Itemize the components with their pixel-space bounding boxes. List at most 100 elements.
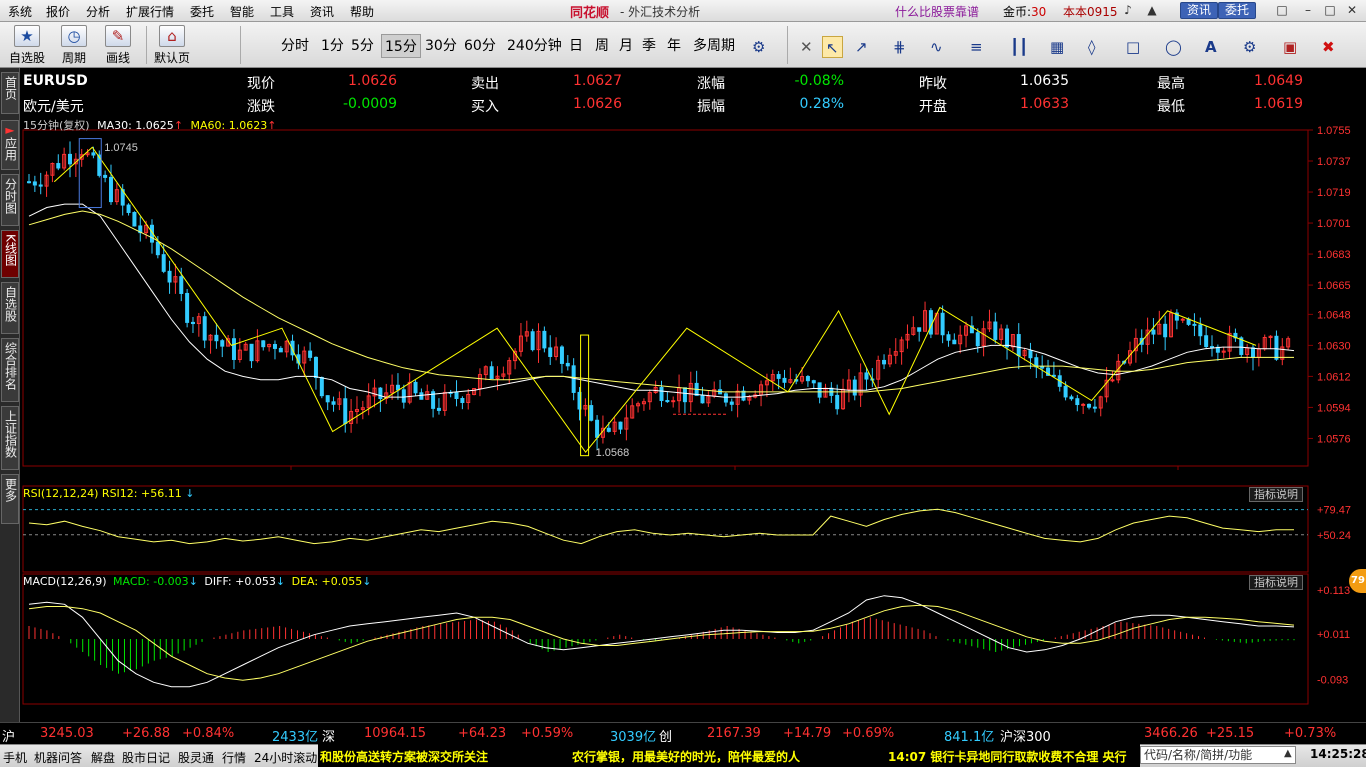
candle-body xyxy=(32,181,37,186)
chart-area[interactable]: 15分钟(复权) MA30: 1.0625↑ MA60: 1.0623↑ 1.0… xyxy=(21,116,1366,718)
period-tab-month[interactable]: 月 xyxy=(616,34,636,58)
sidebar-tab-timeshare[interactable]: 分时图 xyxy=(1,174,19,226)
promo-link[interactable]: 什么比股票靠谱 xyxy=(895,3,979,20)
restore-icon[interactable]: □ xyxy=(1272,3,1292,18)
sidebar-tab-ranking[interactable]: 综合排名 xyxy=(1,338,19,402)
bell-icon[interactable]: ♪ xyxy=(1118,3,1138,18)
sidebar-tab-apps[interactable]: ►应用 xyxy=(1,120,19,170)
kline-info: 15分钟(复权) MA30: 1.0625↑ MA60: 1.0623↑ xyxy=(23,119,277,132)
candle-body xyxy=(776,374,781,379)
ticker-item[interactable]: 14:07 银行卡异地同行取款收费不合理 央行 xyxy=(888,748,1127,765)
period-tab-day[interactable]: 日 xyxy=(566,34,586,58)
sidebar-tab-kline[interactable]: K线图 xyxy=(1,230,19,278)
bar-tool-icon[interactable]: ┃┃ xyxy=(1010,36,1028,58)
news-button[interactable]: 资讯 xyxy=(1180,2,1219,19)
default-page-button[interactable]: ⌂ 默认页 xyxy=(152,25,192,66)
bottom-tab-tong[interactable]: 股灵通 xyxy=(178,749,214,766)
bottom-tab-diary[interactable]: 股市日记 xyxy=(122,749,170,766)
menu-analysis[interactable]: 分析 xyxy=(86,3,110,20)
wave-tool-icon[interactable]: ∿ xyxy=(930,36,943,58)
menu-system[interactable]: 系统 xyxy=(8,3,32,20)
rsi-indicator-help-button[interactable]: 指标说明 xyxy=(1249,487,1303,502)
collapse-icon[interactable]: ✕ xyxy=(800,36,813,58)
drawline-button[interactable]: ✎ 画线 xyxy=(100,25,136,66)
maximize-icon[interactable]: □ xyxy=(1320,3,1340,18)
dropdown-icon[interactable]: ▲ xyxy=(1284,748,1292,759)
bottom-tab-qa[interactable]: 机器问答 xyxy=(34,749,82,766)
sidebar-tab-home[interactable]: 首页 xyxy=(1,72,19,114)
menu-trade[interactable]: 委托 xyxy=(190,3,214,20)
period-tab-multi[interactable]: 多周期 xyxy=(690,34,738,58)
search-input[interactable]: 代码/名称/简拼/功能 xyxy=(1140,746,1296,764)
ticker-item[interactable]: 农行掌银，用最美好的时光，陪伴最爱的人 xyxy=(572,748,800,765)
period-tab-5m[interactable]: 5分 xyxy=(348,34,377,58)
bottom-tab-mobile[interactable]: 手机 xyxy=(3,749,27,766)
menu-quote[interactable]: 报价 xyxy=(46,3,70,20)
ellipse-tool-icon[interactable]: ◯ xyxy=(1165,36,1182,58)
bottom-tab-rolling[interactable]: 24小时滚动 xyxy=(254,749,317,766)
text-tool-icon[interactable]: A xyxy=(1205,36,1217,58)
quote-value: 1.0626 xyxy=(348,73,397,89)
quote-label: 昨收 xyxy=(919,76,947,92)
cursor-icon[interactable]: ↖ xyxy=(822,36,843,58)
shirt-icon[interactable]: ▲ xyxy=(1142,3,1162,18)
trade-button[interactable]: 委托 xyxy=(1218,2,1257,19)
sidebar-tab-watchlist[interactable]: 自选股 xyxy=(1,282,19,334)
candle-body xyxy=(1198,324,1203,337)
fib-tool-icon[interactable]: ≡ xyxy=(970,36,983,58)
candle-body xyxy=(805,376,810,382)
kline-chart-svg[interactable]: 1.0755 1.0737 1.0719 1.0701 1.0683 1.0665 1.06… xyxy=(21,116,1366,718)
channel-tool-icon[interactable]: ▦ xyxy=(1050,36,1064,58)
low-annotation: 1.0568 xyxy=(596,447,630,459)
toolbar-divider xyxy=(240,26,241,64)
rect-tool-icon[interactable]: □ xyxy=(1126,36,1140,58)
macd-indicator-help-button[interactable]: 指标说明 xyxy=(1249,575,1303,590)
quote-value: 1.0619 xyxy=(1254,96,1303,112)
watchlist-button[interactable]: ★ 自选股 xyxy=(8,25,46,66)
ticker-item[interactable]: 和股份高送转方案被深交所关注 xyxy=(320,748,488,765)
draw-settings-icon[interactable]: ⚙ xyxy=(1243,36,1256,58)
period-button[interactable]: ◷ 周期 xyxy=(56,25,92,66)
delete-draw-icon[interactable]: ✖ xyxy=(1322,36,1335,58)
candle-body xyxy=(155,241,160,256)
period-tab-1m[interactable]: 1分 xyxy=(318,34,347,58)
symbol-code: EURUSD xyxy=(23,73,88,89)
float-badge[interactable]: 79 xyxy=(1349,569,1366,593)
news-ticker[interactable]: 和股份高送转方案被深交所关注 农行掌银，用最美好的时光，陪伴最爱的人 14:07… xyxy=(318,744,1140,767)
settings-gear-icon[interactable]: ⚙ xyxy=(752,36,765,58)
minimize-icon[interactable]: – xyxy=(1298,3,1318,18)
line-tool-icon[interactable]: ↗ xyxy=(855,36,868,58)
menu-smart[interactable]: 智能 xyxy=(230,3,254,20)
candles-group xyxy=(27,141,1291,451)
up-arrow-icon: ↑ xyxy=(267,119,277,132)
period-tab-week[interactable]: 周 xyxy=(592,34,612,58)
candle-body xyxy=(272,344,277,349)
high-annotation: 1.0745 xyxy=(104,142,138,154)
gann-tool-icon[interactable]: ◊ xyxy=(1088,36,1095,58)
period-tab-15m[interactable]: 15分 xyxy=(381,34,421,58)
period-tab-year[interactable]: 年 xyxy=(664,34,684,58)
index-status-item: 创 xyxy=(659,730,673,745)
menu-news[interactable]: 资讯 xyxy=(310,3,334,20)
bottom-tab-review[interactable]: 解盘 xyxy=(91,749,115,766)
period-tab-240m[interactable]: 240分钟 xyxy=(504,34,565,58)
down-arrow-icon: ↓ xyxy=(181,487,195,500)
macd-y-tick-label: +0.011 xyxy=(1317,629,1350,641)
parallel-line-icon[interactable]: ⋕ xyxy=(893,36,906,58)
rsi-info: RSI(12,12,24) RSI12: +56.11 ↓ xyxy=(23,487,195,500)
candle-body xyxy=(665,400,670,403)
sidebar-tab-more[interactable]: 更多 xyxy=(1,474,19,524)
period-tab-timeshare[interactable]: 分时 xyxy=(278,34,312,58)
sidebar-tab-shindex[interactable]: 上证指数 xyxy=(1,406,19,470)
period-tab-quarter[interactable]: 季 xyxy=(639,34,659,58)
menu-extended[interactable]: 扩展行情 xyxy=(126,3,174,20)
menu-help[interactable]: 帮助 xyxy=(350,3,374,20)
period-tab-30m[interactable]: 30分 xyxy=(422,34,460,58)
candle-body xyxy=(928,310,933,335)
bottom-tab-market[interactable]: 行情 xyxy=(222,749,246,766)
quote-label: 最高 xyxy=(1157,76,1185,92)
period-tab-60m[interactable]: 60分 xyxy=(461,34,499,58)
menu-tools[interactable]: 工具 xyxy=(270,3,294,20)
save-draw-icon[interactable]: ▣ xyxy=(1283,36,1297,58)
close-icon[interactable]: ✕ xyxy=(1342,3,1362,18)
